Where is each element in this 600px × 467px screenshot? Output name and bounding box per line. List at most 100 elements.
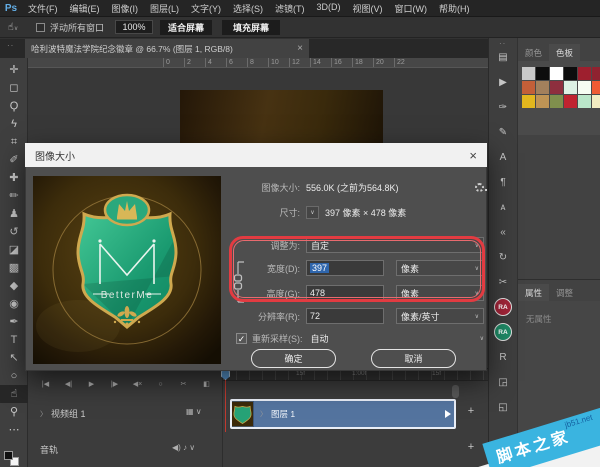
add-audio-button[interactable]: + bbox=[464, 441, 478, 455]
resample-dropdown[interactable]: 自动 ∨ bbox=[311, 332, 485, 345]
gear-icon[interactable] bbox=[475, 183, 484, 192]
height-unit-dropdown[interactable]: 像素 ∨ bbox=[396, 285, 484, 301]
menu-item[interactable]: 3D(D) bbox=[317, 2, 341, 15]
character-styles-panel-icon[interactable]: « bbox=[494, 223, 512, 241]
more-tools[interactable]: ⋯ bbox=[0, 421, 28, 439]
next-frame-button[interactable]: |▶ bbox=[105, 376, 124, 392]
clip-expand-icon[interactable]: 〉 bbox=[260, 409, 267, 419]
menu-item[interactable]: 帮助(H) bbox=[439, 2, 470, 15]
resample-checkbox[interactable]: ✓ bbox=[236, 333, 247, 344]
menu-item[interactable]: 编辑(E) bbox=[70, 2, 100, 15]
marquee-tool[interactable]: ◻ bbox=[0, 79, 28, 97]
split-clip-button[interactable]: ✂ bbox=[174, 376, 193, 392]
previous-frame-button[interactable]: ◀| bbox=[59, 376, 78, 392]
tool-presets-panel-icon[interactable]: ▤ bbox=[494, 48, 512, 66]
audio-track-header[interactable]: 音轨 bbox=[40, 443, 58, 456]
3d-panel-icon[interactable]: ◲ bbox=[494, 373, 512, 391]
menu-item[interactable]: 选择(S) bbox=[233, 2, 263, 15]
eraser-tool[interactable]: ◪ bbox=[0, 241, 28, 259]
color-swatch[interactable] bbox=[564, 81, 577, 94]
foreground-color-swatch[interactable] bbox=[4, 451, 13, 460]
blur-tool[interactable]: ◆ bbox=[0, 277, 28, 295]
video-group-header[interactable]: 〉 视频组 1 bbox=[40, 407, 86, 420]
tab-adjustments[interactable]: 调整 bbox=[549, 284, 580, 301]
color-swatch[interactable] bbox=[592, 81, 600, 94]
add-video-button[interactable]: + bbox=[464, 405, 478, 419]
zoom-level-field[interactable]: 100% bbox=[115, 20, 153, 34]
current-tool-icon[interactable]: ☝∨ bbox=[0, 22, 26, 33]
move-tool[interactable]: ✛ bbox=[0, 61, 28, 79]
document-tab[interactable]: 哈利波特魔法学院纪念徽章 @ 66.7% (图层 1, RGB/8) × bbox=[25, 39, 309, 58]
brush-settings-panel-icon[interactable]: ✑ bbox=[494, 98, 512, 116]
tab-color[interactable]: 颜色 bbox=[518, 44, 549, 61]
expand-icon[interactable]: 〉 bbox=[40, 409, 47, 419]
ra-green-badge-icon[interactable]: RA bbox=[494, 323, 512, 341]
color-swatch[interactable] bbox=[536, 67, 549, 80]
zoom-tool[interactable]: ⚲ bbox=[0, 403, 28, 421]
paragraph-panel-icon[interactable]: ¶ bbox=[494, 173, 512, 191]
ok-button[interactable]: 确定 bbox=[251, 349, 336, 368]
fill-screen-button[interactable]: 填充屏幕 bbox=[222, 20, 280, 35]
color-swatch[interactable] bbox=[550, 67, 563, 80]
brush-tool[interactable]: ✏ bbox=[0, 187, 28, 205]
color-swatch[interactable] bbox=[522, 67, 535, 80]
close-tab-icon[interactable]: × bbox=[297, 43, 303, 54]
3d-scene-panel-icon[interactable]: ◱ bbox=[494, 398, 512, 416]
magic-wand-tool[interactable]: ϟ bbox=[0, 115, 28, 133]
color-swatch[interactable] bbox=[578, 67, 591, 80]
brushes-panel-icon[interactable]: ✎ bbox=[494, 123, 512, 141]
dodge-tool[interactable]: ◉ bbox=[0, 295, 28, 313]
gradient-tool[interactable]: ▩ bbox=[0, 259, 28, 277]
color-swatch[interactable] bbox=[550, 95, 563, 108]
actions-panel-icon[interactable]: ▶ bbox=[494, 73, 512, 91]
menu-item[interactable]: 滤镜(T) bbox=[275, 2, 305, 15]
healing-brush-tool[interactable]: ✚ bbox=[0, 169, 28, 187]
height-input[interactable]: 478 bbox=[306, 285, 384, 301]
menu-item[interactable]: 图像(I) bbox=[112, 2, 139, 15]
ra-red-badge-icon[interactable]: RA bbox=[494, 298, 512, 316]
character-panel-icon[interactable]: A bbox=[494, 148, 512, 166]
pen-tool[interactable]: ✒ bbox=[0, 313, 28, 331]
fit-to-dropdown[interactable]: 自定 ∨ bbox=[306, 237, 484, 253]
menu-item[interactable]: 文件(F) bbox=[28, 2, 58, 15]
tab-properties[interactable]: 属性 bbox=[518, 284, 549, 301]
color-swatch[interactable] bbox=[564, 67, 577, 80]
color-swatch[interactable] bbox=[522, 81, 535, 94]
clone-stamp-tool[interactable]: ♟ bbox=[0, 205, 28, 223]
sync-panel-icon[interactable]: ↻ bbox=[494, 248, 512, 266]
r-styles-panel-icon[interactable]: R bbox=[494, 348, 512, 366]
audio-track-options-icon[interactable]: ◀) ♪ ∨ bbox=[172, 443, 195, 452]
color-swatch[interactable] bbox=[564, 95, 577, 108]
float-all-windows-checkbox[interactable] bbox=[36, 23, 45, 32]
color-swatch[interactable] bbox=[536, 95, 549, 108]
menu-item[interactable]: 文字(Y) bbox=[191, 2, 221, 15]
resolution-unit-dropdown[interactable]: 像素/英寸 ∨ bbox=[396, 308, 484, 324]
menu-item[interactable]: 视图(V) bbox=[353, 2, 383, 15]
glyphs-panel-icon[interactable]: ᴀ bbox=[494, 198, 512, 216]
shape-tool[interactable]: ○ bbox=[0, 367, 28, 385]
hand-tool[interactable]: ☝ bbox=[0, 385, 28, 403]
width-input[interactable]: 397 bbox=[306, 260, 384, 276]
color-swatch[interactable] bbox=[578, 95, 591, 108]
tab-swatches[interactable]: 色板 bbox=[549, 44, 580, 61]
go-to-first-frame-button[interactable]: |◀ bbox=[36, 376, 55, 392]
crop-tool[interactable]: ⌗ bbox=[0, 133, 28, 151]
timeline-scroll-handle[interactable] bbox=[452, 385, 459, 398]
path-select-tool[interactable]: ↖ bbox=[0, 349, 28, 367]
image-preview[interactable]: BetterMe bbox=[33, 176, 221, 364]
color-swatch[interactable] bbox=[578, 81, 591, 94]
record-button[interactable]: ○ bbox=[151, 376, 170, 392]
type-tool[interactable]: T bbox=[0, 331, 28, 349]
dimensions-unit-dropdown[interactable]: ∨ bbox=[306, 206, 319, 219]
fit-screen-button[interactable]: 适合屏幕 bbox=[160, 20, 212, 35]
measure-panel-icon[interactable]: ✂ bbox=[494, 273, 512, 291]
resolution-input[interactable]: 72 bbox=[306, 308, 384, 324]
color-swatch[interactable] bbox=[536, 81, 549, 94]
mute-audio-button[interactable]: ◀× bbox=[128, 376, 147, 392]
color-swatch[interactable] bbox=[522, 95, 535, 108]
width-unit-dropdown[interactable]: 像素 ∨ bbox=[396, 260, 484, 276]
foreground-background-colors[interactable] bbox=[4, 451, 22, 467]
video-track-options-icon[interactable]: ▦ ∨ bbox=[186, 407, 202, 416]
dialog-close-icon[interactable]: × bbox=[469, 148, 477, 163]
history-brush-tool[interactable]: ↺ bbox=[0, 223, 28, 241]
